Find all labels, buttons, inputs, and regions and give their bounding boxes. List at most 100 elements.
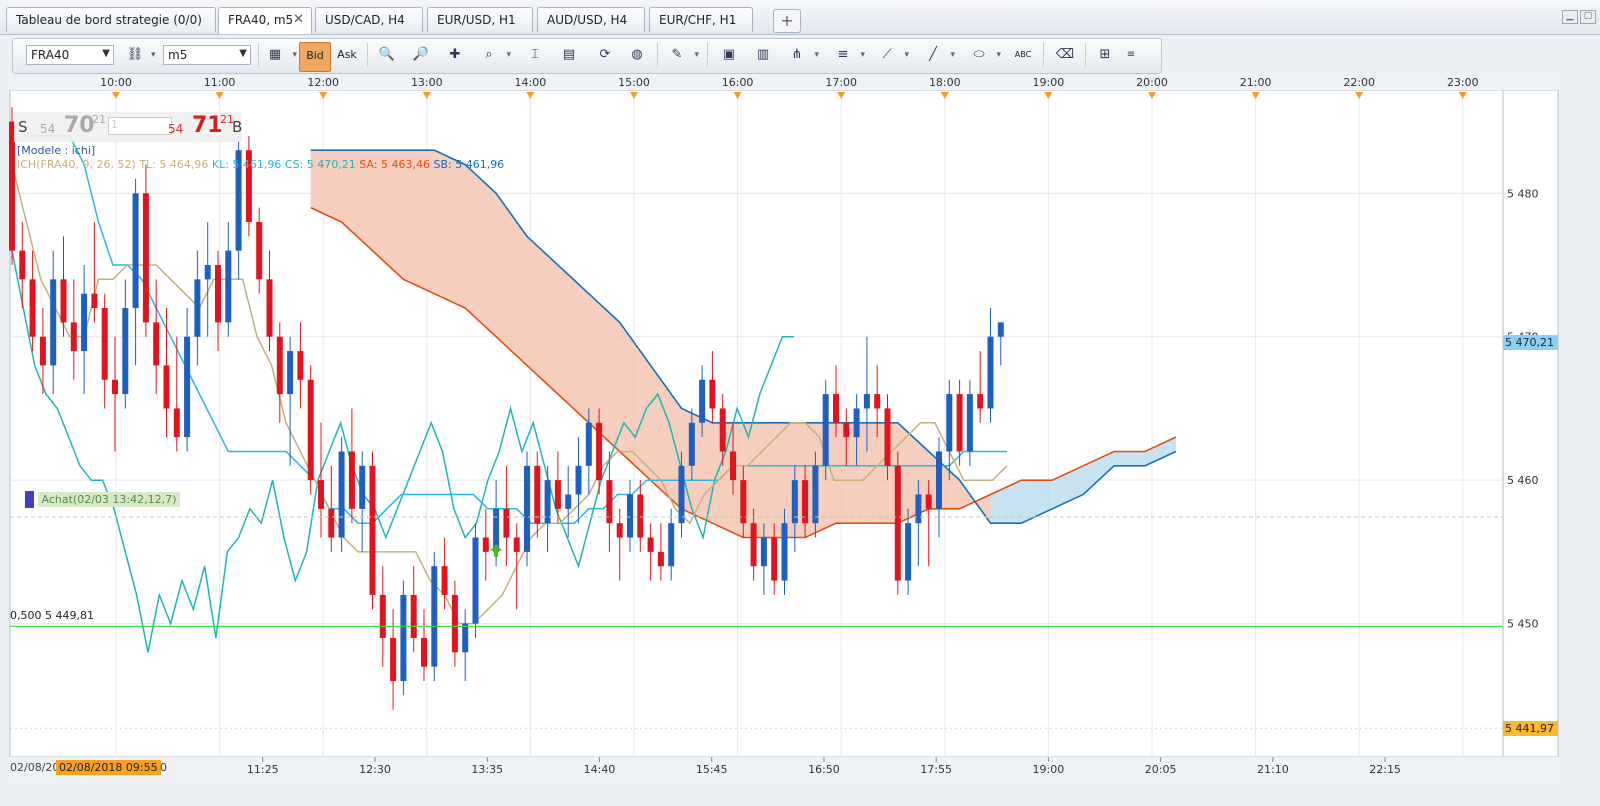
candle-body[interactable] bbox=[122, 308, 129, 395]
candle-body[interactable] bbox=[822, 394, 829, 466]
image-icon[interactable]: ▣ bbox=[717, 44, 741, 66]
candle-body[interactable] bbox=[503, 508, 510, 538]
candle-body[interactable] bbox=[256, 221, 263, 280]
candle-body[interactable] bbox=[730, 451, 736, 481]
candle-body[interactable] bbox=[657, 551, 664, 567]
candle-body[interactable] bbox=[997, 322, 1004, 337]
candle-body[interactable] bbox=[616, 523, 623, 538]
add-tab-button[interactable]: + bbox=[773, 9, 801, 33]
tab-audusd-h4[interactable]: AUD/USD, H4 bbox=[537, 7, 645, 32]
candle-body[interactable] bbox=[936, 451, 942, 509]
candle-body[interactable] bbox=[19, 250, 26, 280]
ichimoku-legend[interactable]: ICH(FRA40, 9, 26, 52) TL: 5 464,96 KL: 5… bbox=[17, 158, 504, 171]
candle-body[interactable] bbox=[184, 336, 191, 438]
minimize-icon[interactable]: ▁ bbox=[1562, 10, 1578, 24]
candle-body[interactable] bbox=[369, 465, 376, 595]
candle-body[interactable] bbox=[225, 250, 232, 323]
candle-body[interactable] bbox=[874, 394, 881, 409]
candle-body[interactable] bbox=[379, 594, 386, 638]
candle-body[interactable] bbox=[266, 279, 273, 337]
refresh-icon[interactable]: ⟳ bbox=[593, 44, 617, 66]
candle-body[interactable] bbox=[688, 422, 695, 466]
candle-body[interactable] bbox=[348, 451, 355, 509]
globe-icon[interactable]: ◍ bbox=[625, 44, 649, 66]
candle-body[interactable] bbox=[534, 465, 541, 524]
candle-body[interactable] bbox=[81, 293, 88, 352]
hierarchy-icon[interactable]: ⊞ bbox=[1093, 44, 1117, 66]
candle-body[interactable] bbox=[338, 451, 345, 538]
tab-eurchf-h1[interactable]: EUR/CHF, H1 bbox=[649, 7, 753, 32]
fibonacci-icon[interactable]: ≡ bbox=[831, 44, 865, 66]
fan-icon[interactable]: ⟋ bbox=[875, 44, 909, 66]
candle-body[interactable] bbox=[987, 336, 994, 409]
candle-body[interactable] bbox=[699, 379, 706, 423]
candle-body[interactable] bbox=[410, 594, 417, 638]
candle-body[interactable] bbox=[70, 322, 77, 352]
candle-body[interactable] bbox=[647, 537, 654, 552]
candle-body[interactable] bbox=[760, 537, 767, 567]
candle-body[interactable] bbox=[441, 566, 448, 595]
candle-body[interactable] bbox=[719, 408, 726, 452]
ask-button[interactable]: Ask bbox=[335, 44, 359, 66]
candle-body[interactable] bbox=[596, 422, 603, 481]
candle-body[interactable] bbox=[462, 623, 469, 653]
candle-body[interactable] bbox=[132, 193, 139, 309]
trendline-icon[interactable]: ╱ bbox=[921, 44, 955, 66]
crosshair-icon[interactable]: ✚ bbox=[443, 44, 467, 66]
candle-body[interactable] bbox=[627, 494, 633, 538]
candle-body[interactable] bbox=[318, 480, 324, 509]
candle-body[interactable] bbox=[112, 379, 118, 395]
candle-body[interactable] bbox=[771, 537, 778, 581]
candle-body[interactable] bbox=[833, 394, 839, 423]
candle-body[interactable] bbox=[565, 494, 572, 509]
candle-body[interactable] bbox=[194, 279, 201, 337]
candle-body[interactable] bbox=[421, 637, 427, 667]
candle-body[interactable] bbox=[678, 465, 685, 524]
candle-body[interactable] bbox=[781, 523, 788, 581]
candle-body[interactable] bbox=[956, 394, 963, 452]
candle-body[interactable] bbox=[863, 394, 870, 409]
tab-eurusd-h1[interactable]: EUR/USD, H1 bbox=[427, 7, 533, 32]
candle-body[interactable] bbox=[513, 537, 520, 552]
candle-body[interactable] bbox=[60, 279, 67, 323]
candle-body[interactable] bbox=[977, 394, 984, 409]
candle-body[interactable] bbox=[472, 537, 479, 624]
candle-body[interactable] bbox=[215, 264, 221, 323]
price-chart[interactable]: 5 4505 4605 4705 48010:0011:0012:0013:00… bbox=[0, 74, 1600, 796]
order-marker[interactable]: Achat(02/03 13:42,12,7) bbox=[25, 491, 181, 508]
zoom-area-icon[interactable]: ⌕ bbox=[477, 44, 511, 66]
candle-body[interactable] bbox=[812, 465, 819, 524]
timeframe-select[interactable]: m5 ▼ bbox=[163, 45, 251, 65]
ruler-icon[interactable]: ✎ bbox=[665, 44, 699, 66]
candle-body[interactable] bbox=[297, 351, 304, 380]
zoom-out-icon[interactable]: 🔎 bbox=[409, 44, 433, 66]
candle-body[interactable] bbox=[575, 465, 582, 495]
candle-body[interactable] bbox=[946, 394, 953, 452]
menu-icon[interactable]: ≡ bbox=[1123, 44, 1139, 66]
candle-body[interactable] bbox=[482, 537, 489, 552]
chart-type-icon[interactable]: ▦ bbox=[263, 44, 297, 66]
candle-body[interactable] bbox=[307, 379, 314, 481]
candle-body[interactable] bbox=[894, 465, 901, 581]
candle-body[interactable] bbox=[390, 637, 397, 681]
candle-body[interactable] bbox=[287, 351, 294, 395]
candle-body[interactable] bbox=[29, 279, 36, 337]
buy-price-small[interactable]: 54 bbox=[168, 122, 183, 136]
candle-body[interactable] bbox=[431, 566, 438, 667]
candle-body[interactable] bbox=[163, 365, 170, 409]
candle-body[interactable] bbox=[905, 523, 912, 581]
text-tool-button[interactable]: ABC bbox=[1011, 44, 1035, 66]
candle-body[interactable] bbox=[554, 480, 561, 509]
tab-usdcad-h4[interactable]: USD/CAD, H4 bbox=[315, 7, 423, 32]
cursor-icon[interactable]: ⌶ bbox=[523, 44, 547, 66]
candle-body[interactable] bbox=[328, 508, 335, 538]
candle-body[interactable] bbox=[966, 394, 973, 452]
candle-body[interactable] bbox=[91, 293, 98, 309]
candle-body[interactable] bbox=[884, 408, 891, 466]
candle-body[interactable] bbox=[524, 465, 530, 552]
candle-body[interactable] bbox=[915, 494, 922, 524]
zoom-in-icon[interactable]: 🔍 bbox=[375, 44, 399, 66]
sell-price-big[interactable]: 70 bbox=[64, 113, 95, 138]
candle-body[interactable] bbox=[709, 379, 716, 409]
fork-icon[interactable]: ⋔ bbox=[785, 44, 819, 66]
